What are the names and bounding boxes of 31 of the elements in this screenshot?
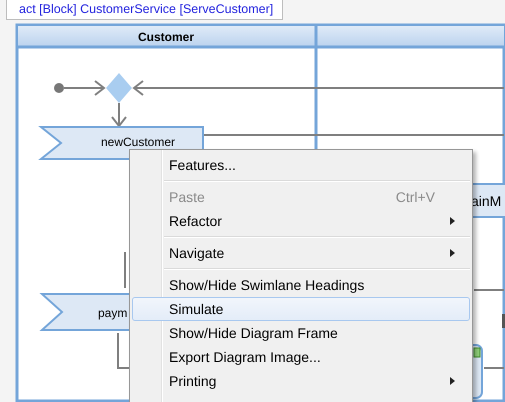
frame-title: act [Block] CustomerService [ServeCustomer] [6,0,283,20]
menu-item[interactable]: Export Diagram Image... [132,345,470,369]
flow-arrow [64,80,106,96]
node-label: newCustomer [100,135,176,149]
menu-item-label: Navigate [169,245,226,261]
menu-item-label: Export Diagram Image... [169,349,322,365]
menu-item[interactable]: Features... [132,153,470,177]
initial-node [54,83,64,93]
shortcut-label: Ctrl+V [396,189,435,205]
menu-item-label: Features... [169,157,237,173]
flow-arrow [111,103,127,128]
menu-item[interactable]: Printing [132,369,470,393]
node-label: paym [98,306,128,320]
menu-item-label: Show/Hide Swimlane Headings [169,277,366,293]
merge-node [106,73,132,103]
menu-item-label: Printing [169,373,218,389]
menu-item[interactable]: Show/Hide Diagram Frame [132,321,470,345]
menu-item-label: Refactor [169,213,223,229]
table-icon [474,348,480,358]
flow-line [484,367,504,369]
flow-line [124,252,126,288]
menu-item-label: Show/Hide Diagram Frame [169,325,339,341]
menu-item-label: Paste [169,189,206,205]
menu-item[interactable]: Show/Hide Swimlane Headings [132,273,470,297]
lane-heading: Customer [138,30,194,44]
menu-item-label: Simulate [169,301,224,317]
flow-line [474,289,504,291]
node-edge [502,314,505,328]
menu-item[interactable]: Simulate [132,297,470,321]
menu-item[interactable]: Navigate [132,241,470,265]
menu-item[interactable]: Refactor [132,209,470,233]
